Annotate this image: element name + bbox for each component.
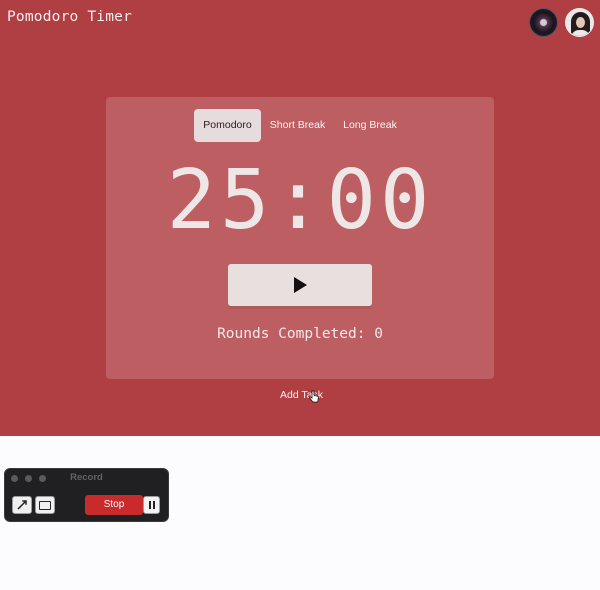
- tab-short-break[interactable]: Short Break: [266, 109, 329, 142]
- screen-recorder-panel: Record Stop: [4, 468, 169, 522]
- pointer-cursor-icon: [309, 390, 319, 403]
- pause-button[interactable]: [143, 496, 160, 514]
- play-button[interactable]: [228, 264, 372, 306]
- avatar[interactable]: [565, 8, 594, 37]
- timer-card: Pomodoro Short Break Long Break 25:00 Ro…: [106, 97, 494, 379]
- tab-long-break[interactable]: Long Break: [339, 109, 401, 142]
- pause-icon: [148, 496, 156, 514]
- avatar-face: [576, 17, 585, 28]
- arrow-tool-button[interactable]: [12, 496, 32, 514]
- pomodoro-app: Pomodoro Timer Pomodoro Short Break Long…: [0, 0, 600, 436]
- arrow-icon: [17, 500, 27, 510]
- recorder-title: Record: [70, 472, 103, 483]
- timer-display: 25:00: [166, 153, 434, 248]
- app-title: Pomodoro Timer: [7, 9, 133, 25]
- stop-button[interactable]: Stop: [85, 495, 143, 515]
- rounds-completed: Rounds Completed: 0: [217, 326, 383, 342]
- avatar[interactable]: [529, 8, 558, 37]
- rectangle-tool-button[interactable]: [35, 496, 55, 514]
- rectangle-icon: [39, 500, 51, 510]
- play-icon: [293, 277, 307, 293]
- avatar-body: [571, 30, 590, 36]
- tab-pomodoro[interactable]: Pomodoro: [194, 109, 261, 142]
